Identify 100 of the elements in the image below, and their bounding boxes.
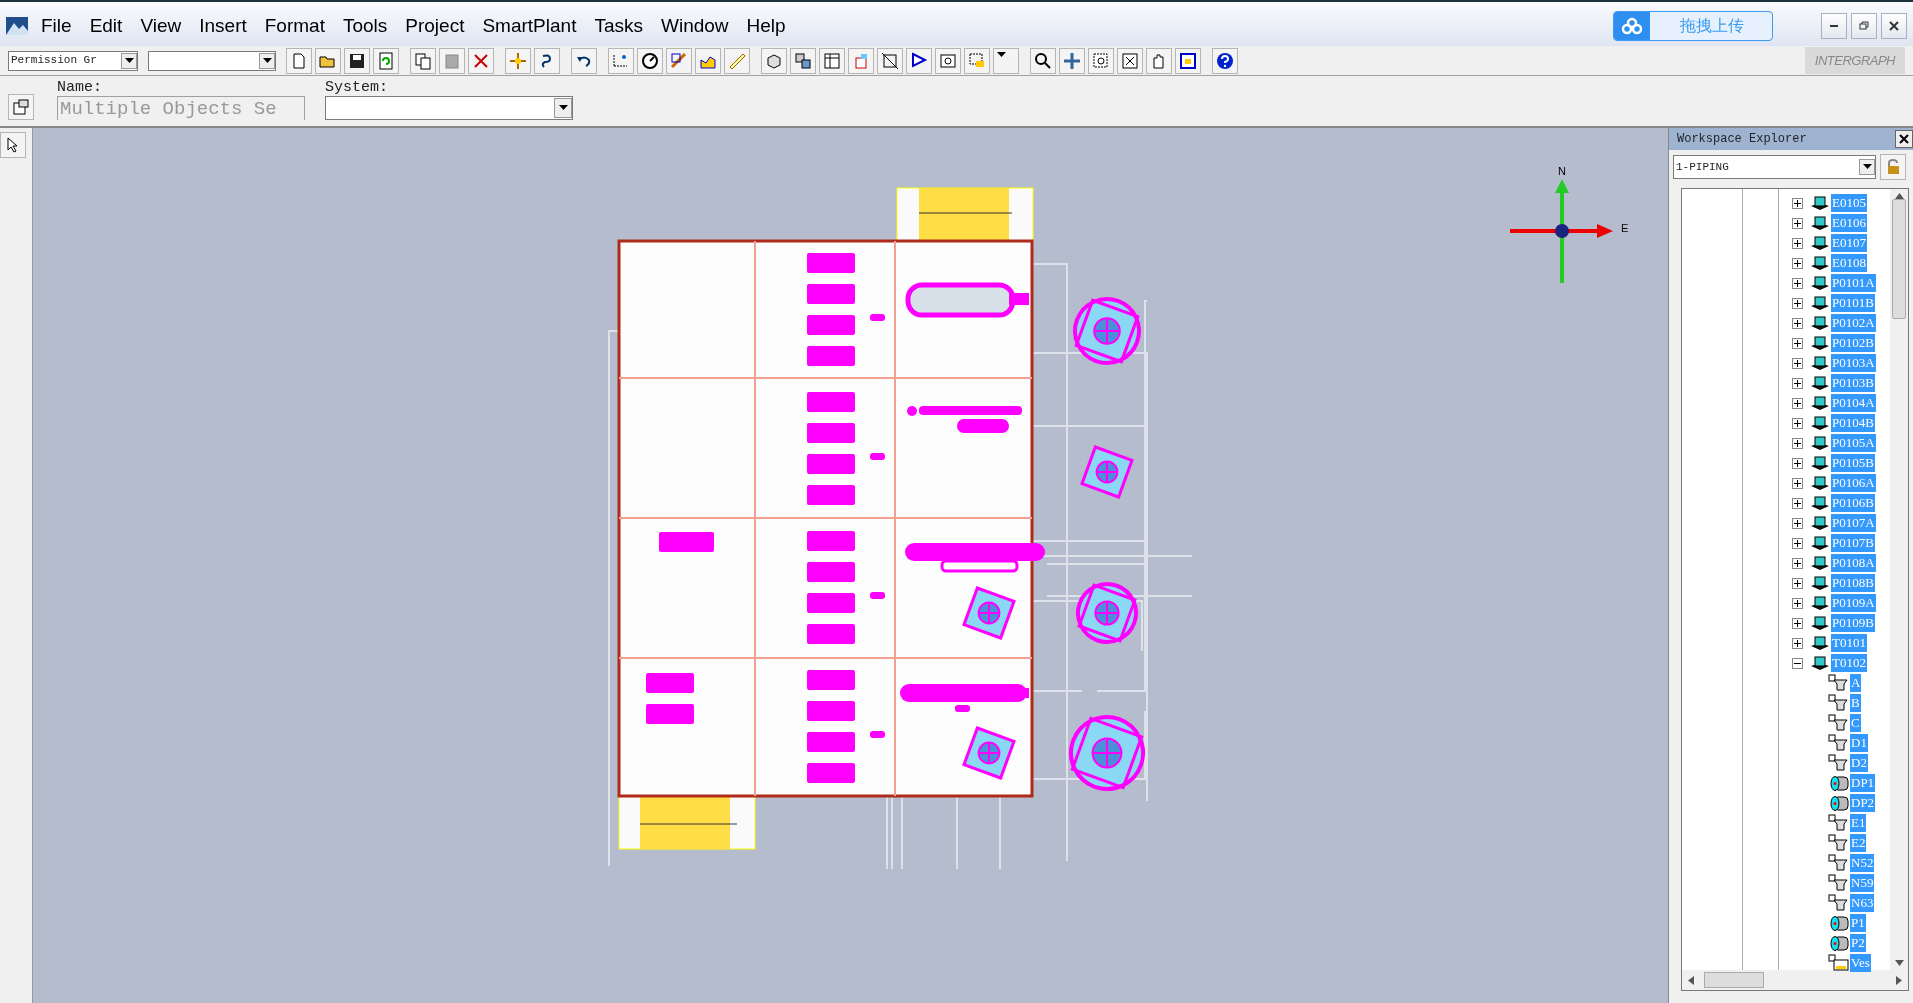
save-icon[interactable] — [348, 51, 366, 70]
select-box-icon[interactable] — [968, 51, 986, 70]
refresh-icon[interactable] — [377, 51, 395, 70]
ruler-icon[interactable] — [728, 51, 746, 70]
tree-item[interactable]: T0102 — [1831, 654, 1867, 672]
tree-item[interactable]: T0101 — [1831, 634, 1867, 652]
tree-item[interactable]: P0103B — [1831, 374, 1875, 392]
expand-toggle[interactable] — [1792, 317, 1803, 329]
tree-item[interactable]: P0104A — [1831, 394, 1876, 412]
table-icon[interactable] — [823, 51, 841, 70]
tree-item[interactable]: P0107B — [1831, 534, 1875, 552]
scrollbar-thumb[interactable] — [1892, 199, 1906, 319]
tree-item[interactable]: B — [1850, 694, 1861, 712]
box-icon[interactable] — [852, 51, 870, 70]
name-field[interactable]: Multiple Objects Se — [57, 96, 305, 120]
expand-toggle[interactable] — [1792, 397, 1803, 409]
menu-item[interactable]: Help — [737, 9, 795, 43]
tree-item[interactable]: P0103A — [1831, 354, 1876, 372]
tree-item[interactable]: E0108 — [1831, 254, 1867, 272]
tree-item[interactable]: P0102B — [1831, 334, 1875, 352]
toolbar-dropdown[interactable]: Permission Gr — [8, 50, 138, 71]
menu-item[interactable]: File — [32, 9, 81, 43]
cubes-icon[interactable] — [794, 51, 812, 70]
expand-toggle[interactable] — [1792, 617, 1803, 629]
expand-toggle[interactable] — [1792, 577, 1803, 589]
expand-toggle[interactable] — [1792, 497, 1803, 509]
tree-item[interactable]: P0107A — [1831, 514, 1876, 532]
move-icon[interactable] — [509, 51, 527, 70]
tree-item[interactable]: P2 — [1850, 934, 1866, 952]
tree-item[interactable]: P1 — [1850, 914, 1866, 932]
menu-item[interactable]: Format — [255, 9, 334, 43]
menu-item[interactable]: Edit — [80, 9, 132, 43]
expand-toggle[interactable] — [1792, 437, 1803, 449]
tree-item[interactable]: E0105 — [1831, 194, 1867, 212]
new-document-icon[interactable] — [290, 51, 308, 70]
zoom-window-icon[interactable] — [1179, 51, 1197, 70]
tree-item[interactable]: DP2 — [1850, 794, 1876, 812]
upload-button[interactable]: 拖拽上传 — [1613, 11, 1773, 41]
menu-item[interactable]: Tasks — [585, 9, 652, 43]
expand-toggle[interactable] — [1792, 357, 1803, 369]
expand-toggle[interactable] — [1792, 277, 1803, 289]
menu-item[interactable]: SmartPlant — [473, 9, 586, 43]
close-button[interactable] — [1895, 130, 1913, 148]
expand-toggle[interactable] — [1792, 377, 1803, 389]
tree-item[interactable]: Ves — [1850, 954, 1871, 972]
lock-button[interactable] — [1880, 154, 1906, 180]
expand-toggle[interactable] — [1792, 197, 1803, 209]
tree-item[interactable]: DP1 — [1850, 774, 1876, 792]
expand-toggle[interactable] — [1792, 537, 1803, 549]
delete-icon[interactable] — [472, 51, 490, 70]
collapse-toggle[interactable] — [1792, 657, 1803, 669]
horizontal-scrollbar[interactable] — [1682, 970, 1908, 990]
tree-item[interactable]: N63 — [1850, 894, 1875, 912]
tree-item[interactable]: N59 — [1850, 874, 1875, 892]
copy-icon[interactable] — [414, 51, 432, 70]
zoom-area-icon[interactable] — [1092, 51, 1110, 70]
system-dropdown[interactable] — [325, 96, 573, 120]
tree-item[interactable]: C — [1850, 714, 1861, 732]
view-icon[interactable] — [939, 51, 957, 70]
expand-toggle[interactable] — [1792, 417, 1803, 429]
gauge-icon[interactable] — [641, 51, 659, 70]
expand-toggle[interactable] — [1792, 457, 1803, 469]
tree-item[interactable]: P0109A — [1831, 594, 1876, 612]
menu-item[interactable]: Window — [652, 9, 738, 43]
tree-item[interactable]: P0108A — [1831, 554, 1876, 572]
tree-item[interactable]: E0106 — [1831, 214, 1867, 232]
frame-icon[interactable] — [881, 51, 899, 70]
tree-item[interactable]: N52 — [1850, 854, 1875, 872]
tree-item[interactable]: P0106B — [1831, 494, 1875, 512]
expand-toggle[interactable] — [1792, 237, 1803, 249]
tree-item[interactable]: D2 — [1850, 754, 1868, 772]
tree-item[interactable]: P0109B — [1831, 614, 1875, 632]
expand-toggle[interactable] — [1792, 517, 1803, 529]
pan-icon[interactable] — [1063, 51, 1081, 70]
help-icon[interactable] — [1216, 51, 1234, 70]
expand-toggle[interactable] — [1792, 597, 1803, 609]
tree-item[interactable]: P0108B — [1831, 574, 1875, 592]
properties-button[interactable] — [8, 94, 34, 120]
expand-toggle[interactable] — [1792, 337, 1803, 349]
expand-toggle[interactable] — [1792, 217, 1803, 229]
vertical-scrollbar[interactable] — [1890, 189, 1908, 970]
search-icon[interactable] — [1034, 51, 1052, 70]
expand-toggle[interactable] — [1792, 257, 1803, 269]
tree-item[interactable]: E0107 — [1831, 234, 1867, 252]
filter-dropdown[interactable]: 1-PIPING — [1673, 155, 1876, 179]
tree-item[interactable]: P0105A — [1831, 434, 1876, 452]
toolbar-dropdown[interactable] — [148, 50, 276, 71]
close-button[interactable] — [1881, 13, 1907, 39]
minimize-button[interactable] — [1821, 13, 1847, 39]
menu-item[interactable]: Insert — [190, 9, 256, 43]
edit-icon[interactable] — [670, 51, 688, 70]
tree-item[interactable]: P0104B — [1831, 414, 1875, 432]
tree-item[interactable]: E2 — [1850, 834, 1867, 852]
tree-item[interactable]: P0101A — [1831, 274, 1876, 292]
menu-item[interactable]: Project — [396, 9, 474, 43]
menu-item[interactable]: View — [131, 9, 191, 43]
select-button[interactable] — [0, 132, 26, 158]
tree-item[interactable]: D1 — [1850, 734, 1868, 752]
tree-item[interactable]: P0102A — [1831, 314, 1876, 332]
menu-item[interactable]: Tools — [333, 9, 397, 43]
